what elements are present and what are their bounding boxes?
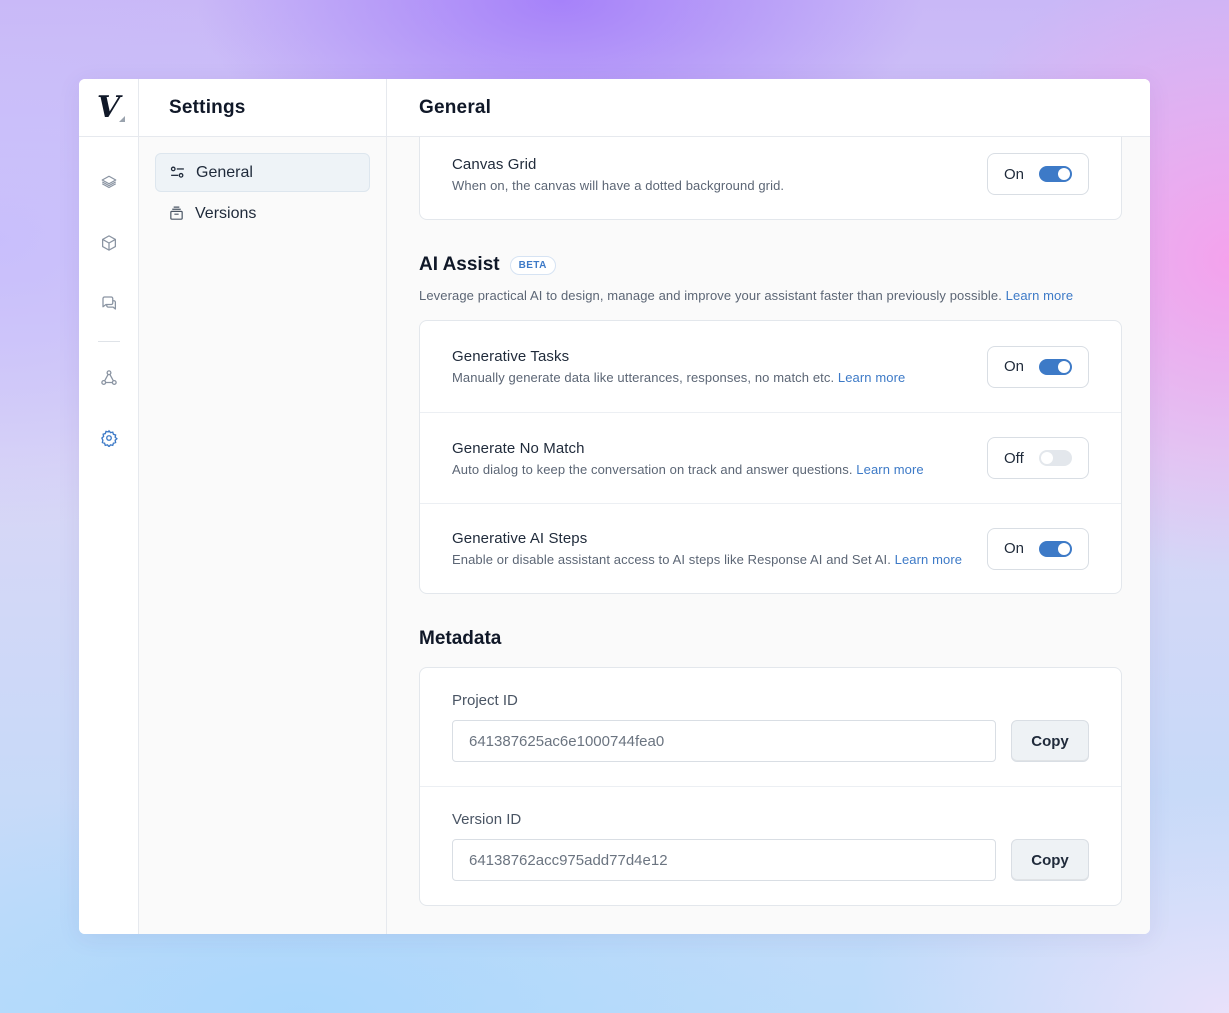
field-line: 641387625ac6e1000744fea0 Copy (452, 720, 1089, 762)
sidebar-item-label: Versions (195, 204, 257, 222)
canvas-grid-toggle[interactable]: On (987, 153, 1089, 195)
toggle-switch[interactable] (1039, 540, 1072, 557)
sliders-icon (168, 164, 186, 182)
toggle-label: On (1004, 540, 1025, 557)
sidebar-nav: General Versions (139, 137, 386, 251)
logo-mark: V (96, 89, 121, 125)
version-id-field[interactable]: 64138762acc975add77d4e12 (452, 839, 996, 881)
setting-row-canvas-grid: Canvas Grid When on, the canvas will hav… (420, 137, 1121, 219)
ai-assist-card: Generative Tasks Manually generate data … (419, 320, 1122, 594)
sidebar-item-label: General (196, 163, 253, 181)
section-title-text: Metadata (419, 628, 502, 649)
main-header: General (387, 79, 1150, 137)
section-desc-text: Leverage practical AI to design, manage … (419, 288, 1002, 303)
logo-corner-icon (118, 116, 125, 122)
learn-more-link[interactable]: Learn more (1006, 288, 1073, 303)
copy-project-id-button[interactable]: Copy (1011, 720, 1089, 762)
learn-more-link[interactable]: Learn more (895, 552, 962, 567)
settings-window: V Settings General Versions General Canv… (79, 79, 1150, 934)
setting-title: Canvas Grid (452, 155, 537, 173)
section-desc: Leverage practical AI to design, manage … (419, 288, 1122, 303)
setting-desc: Enable or disable assistant access to AI… (452, 552, 962, 567)
icon-rail: V (79, 79, 139, 934)
setting-row-generate-no-match: Generate No Match Auto dialog to keep th… (420, 412, 1121, 503)
sidebar-header: Settings (139, 79, 386, 137)
sidebar-title: Settings (169, 96, 246, 118)
canvas-grid-card: Canvas Grid When on, the canvas will hav… (419, 137, 1122, 220)
toggle-switch[interactable] (1039, 450, 1072, 466)
setting-title: Generate No Match (452, 439, 585, 457)
rail-divider (97, 341, 120, 342)
section-title-metadata: Metadata (419, 628, 1122, 650)
setting-desc-text: Enable or disable assistant access to AI… (452, 552, 891, 567)
project-id-field[interactable]: 641387625ac6e1000744fea0 (452, 720, 996, 762)
setting-row-generative-tasks: Generative Tasks Manually generate data … (420, 321, 1121, 412)
generate-no-match-toggle[interactable]: Off (987, 437, 1089, 479)
setting-title: Generative Tasks (452, 348, 570, 365)
toggle-label: Off (1004, 449, 1024, 467)
page-title: General (419, 96, 492, 118)
generative-ai-steps-toggle[interactable]: On (987, 527, 1089, 570)
sidebar-item-general[interactable]: General (155, 153, 370, 192)
metadata-card: Project ID 641387625ac6e1000744fea0 Copy… (419, 667, 1122, 906)
main-panel: General Canvas Grid When on, the canvas … (387, 79, 1150, 934)
setting-desc-text: Auto dialog to keep the conversation on … (452, 461, 853, 477)
setting-title: Generative AI Steps (452, 530, 588, 547)
settings-sidebar: Settings General Versions (139, 79, 387, 934)
learn-more-link[interactable]: Learn more (856, 462, 923, 477)
section-title-text: AI Assist (419, 254, 500, 275)
settings-content: Canvas Grid When on, the canvas will hav… (387, 137, 1150, 906)
generative-tasks-toggle[interactable]: On (987, 345, 1089, 388)
field-label: Project ID (452, 692, 518, 709)
chat-icon[interactable] (95, 289, 123, 317)
setting-desc: Auto dialog to keep the conversation on … (452, 462, 924, 477)
section-title-ai-assist: AI Assist BETA (419, 254, 1122, 276)
cube-icon[interactable] (95, 229, 123, 257)
app-logo[interactable]: V (79, 79, 139, 137)
field-label: Version ID (452, 811, 522, 828)
settings-icon[interactable] (95, 424, 123, 452)
meta-row-version-id: Version ID 64138762acc975add77d4e12 Copy (420, 786, 1121, 905)
toggle-switch[interactable] (1039, 166, 1072, 182)
beta-badge: BETA (509, 255, 556, 275)
workflow-icon[interactable] (95, 364, 123, 392)
archive-icon (167, 205, 185, 223)
toggle-label: On (1004, 165, 1025, 183)
layers-icon[interactable] (95, 169, 123, 197)
setting-desc: Manually generate data like utterances, … (452, 370, 905, 385)
copy-version-id-button[interactable]: Copy (1011, 839, 1089, 881)
toggle-switch[interactable] (1039, 358, 1072, 375)
setting-row-generative-ai-steps: Generative AI Steps Enable or disable as… (420, 503, 1121, 593)
sidebar-item-versions[interactable]: Versions (155, 194, 370, 233)
toggle-label: On (1004, 358, 1025, 375)
field-line: 64138762acc975add77d4e12 Copy (452, 839, 1089, 881)
setting-desc: When on, the canvas will have a dotted b… (452, 177, 785, 193)
meta-row-project-id: Project ID 641387625ac6e1000744fea0 Copy (420, 668, 1121, 786)
ai-assist-section: AI Assist BETA Leverage practical AI to … (419, 254, 1122, 303)
setting-desc-text: Manually generate data like utterances, … (452, 370, 835, 385)
learn-more-link[interactable]: Learn more (838, 370, 905, 385)
